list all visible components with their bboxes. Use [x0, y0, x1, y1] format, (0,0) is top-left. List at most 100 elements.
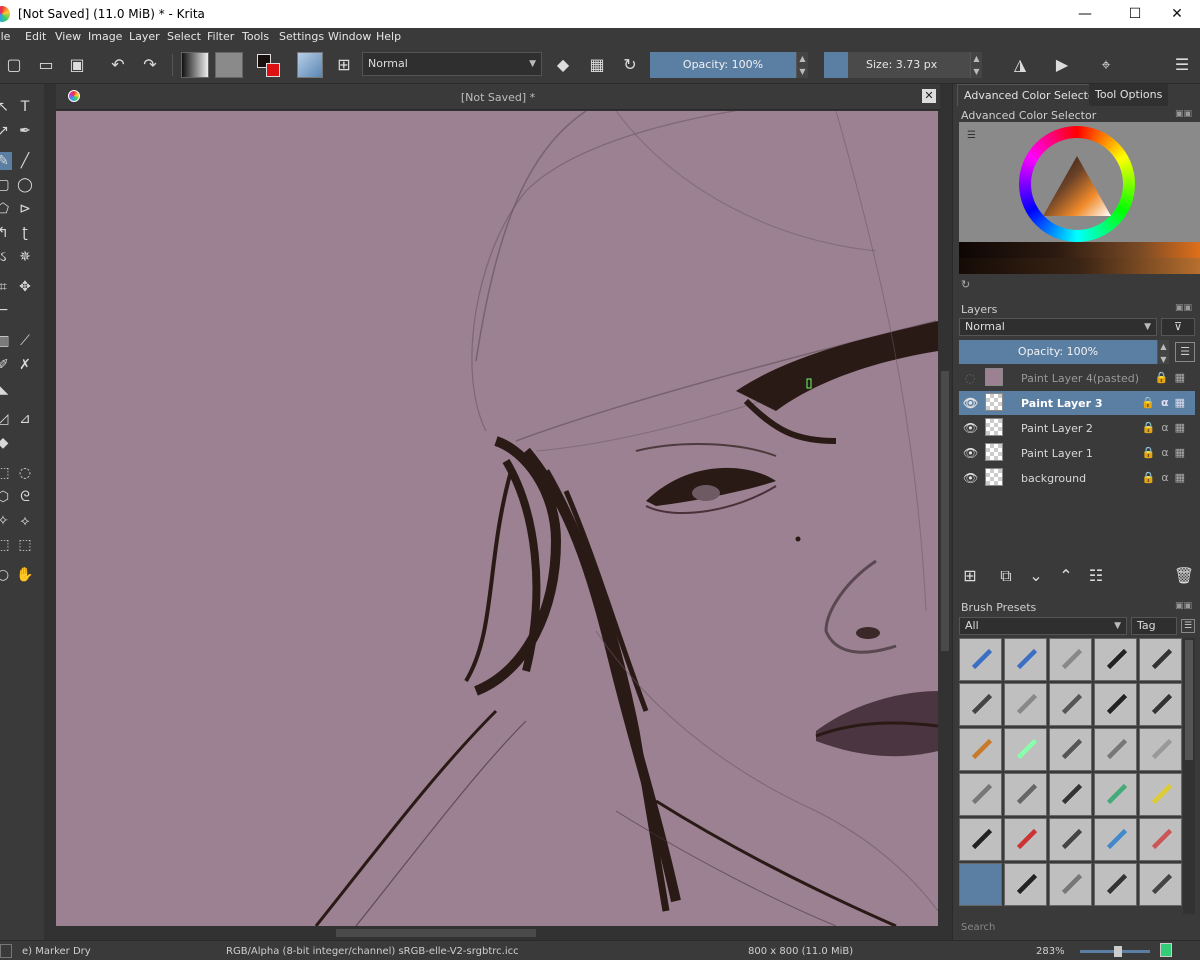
brush-preset-tile[interactable] [1094, 818, 1137, 861]
layer-row[interactable]: ◌ Paint Layer 4(pasted) 🔒▦ [959, 366, 1195, 390]
refresh-colors-icon[interactable]: ↻ [961, 278, 970, 291]
canvas-horizontal-scrollbar[interactable] [56, 926, 938, 940]
rectangular-selection-tool-icon[interactable]: ⬚ [0, 464, 12, 482]
polyline-tool-icon[interactable]: ⊳ [16, 200, 34, 218]
close-button[interactable]: ✕ [1154, 0, 1200, 28]
zoom-tool-icon[interactable]: ○ [0, 566, 12, 584]
similar-selection-tool-icon[interactable]: ⟡ [16, 512, 34, 530]
open-document-icon[interactable]: ▭ [34, 53, 58, 77]
polygon-tool-icon[interactable]: ⬠ [0, 200, 12, 218]
polygonal-selection-tool-icon[interactable]: ⬡ [0, 488, 12, 506]
brush-preset-tile[interactable] [959, 728, 1002, 771]
brush-preset-tile[interactable] [1049, 818, 1092, 861]
layer-properties-icon[interactable]: ☰ [1175, 342, 1195, 362]
zoom-slider[interactable] [1080, 946, 1150, 957]
magnetic-selection-tool-icon[interactable]: ⬚ [16, 536, 34, 554]
bezier-selection-tool-icon[interactable]: ⬚ [0, 536, 12, 554]
brush-preset-tile[interactable] [1004, 683, 1047, 726]
menu-select[interactable]: Select [167, 30, 201, 43]
pan-tool-icon[interactable]: ✋ [16, 566, 34, 584]
move-tool-icon[interactable]: ✥ [16, 278, 34, 296]
colorize-mask-tool-icon[interactable]: ✐ [0, 356, 12, 374]
layer-opacity-spin[interactable]: ▲ ▼ [1157, 340, 1169, 364]
brush-search-field[interactable]: Search [961, 922, 995, 933]
canvas-vertical-scrollbar[interactable] [938, 111, 952, 926]
dynamic-brush-tool-icon[interactable]: ઽ [0, 248, 12, 266]
contiguous-selection-tool-icon[interactable]: ✧ [0, 512, 12, 530]
layer-lock-alpha-icons[interactable]: 🔒α▦ [1142, 471, 1191, 484]
color-settings-icon[interactable]: ☰ [967, 130, 979, 141]
brush-preset-selector[interactable] [297, 52, 323, 78]
color-history-bar-lower[interactable] [959, 258, 1200, 274]
brush-preset-tile[interactable] [1139, 818, 1182, 861]
visibility-on-icon[interactable]: 👁 [963, 446, 978, 460]
menu-filter[interactable]: Filter [207, 30, 234, 43]
brush-presets-float-close-icon[interactable]: ▣▣ [1175, 601, 1192, 611]
new-document-icon[interactable]: ▢ [2, 53, 26, 77]
brush-filter-dropdown[interactable]: All ▼ [959, 617, 1127, 635]
gradient-tool-icon[interactable]: ▥ [0, 332, 12, 350]
crop-tool-icon[interactable]: ⌗ [0, 278, 12, 296]
tab-advanced-color-selector[interactable]: Advanced Color Selector [957, 84, 1107, 106]
brush-preset-tile[interactable] [959, 863, 1002, 906]
menu-view[interactable]: View [55, 30, 81, 43]
edit-shapes-tool-icon[interactable]: ↗ [0, 122, 12, 140]
color-picker-tool-icon[interactable]: ⟋ [16, 332, 34, 350]
visibility-off-icon[interactable]: ◌ [963, 371, 977, 385]
menu-window[interactable]: Window [328, 30, 371, 43]
add-layer-icon[interactable]: ⊞ [959, 564, 981, 588]
brush-preset-tile[interactable] [1139, 863, 1182, 906]
brush-preset-tile[interactable] [1139, 773, 1182, 816]
brush-preset-tile[interactable] [959, 818, 1002, 861]
brush-view-icon[interactable]: ☰ [1181, 619, 1195, 633]
menu-file[interactable]: File [0, 30, 10, 43]
multibrush-tool-icon[interactable]: ✵ [16, 248, 34, 266]
brush-preset-tile[interactable] [959, 638, 1002, 681]
brush-preset-tile[interactable] [959, 773, 1002, 816]
brush-preset-tile[interactable] [1049, 728, 1092, 771]
workspace-grid-icon[interactable]: ⊞ [332, 53, 356, 77]
menu-edit[interactable]: Edit [25, 30, 46, 43]
zoom-slider-knob[interactable] [1114, 946, 1122, 957]
opacity-spin-buttons[interactable]: ▲ ▼ [796, 52, 808, 78]
brush-preset-tile[interactable] [1139, 683, 1182, 726]
layer-row[interactable]: 👁 Paint Layer 2 🔒α▦ [959, 416, 1195, 440]
visibility-on-icon[interactable]: 👁 [963, 421, 978, 435]
brush-preset-tile[interactable] [1049, 638, 1092, 681]
fill-tool-icon[interactable]: ◣ [0, 380, 12, 398]
layer-lock-alpha-icons[interactable]: 🔒α▦ [1142, 421, 1191, 434]
brush-preset-tile[interactable] [1094, 683, 1137, 726]
freehand-selection-tool-icon[interactable]: ᘓ [16, 488, 34, 506]
layer-properties-sliders-icon[interactable]: ☷ [1085, 564, 1107, 588]
drawing-canvas[interactable] [56, 111, 938, 926]
brush-preset-tile[interactable] [1049, 773, 1092, 816]
gradient-selector[interactable] [181, 52, 209, 78]
move-layer-down-icon[interactable]: ⌄ [1025, 564, 1047, 588]
menu-help[interactable]: Help [376, 30, 401, 43]
preserve-alpha-icon[interactable]: ▦ [585, 53, 609, 77]
brush-preset-tile[interactable] [1049, 683, 1092, 726]
minimize-button[interactable]: — [1062, 0, 1108, 28]
select-shapes-tool-icon[interactable]: ↖ [0, 98, 12, 116]
elliptical-selection-tool-icon[interactable]: ◌ [16, 464, 34, 482]
docker-float-close-icon[interactable]: ▣▣ [1175, 109, 1192, 119]
line-tool-icon[interactable]: ╱ [16, 152, 34, 170]
mirror-horizontal-icon[interactable]: ◮ [1008, 53, 1032, 77]
visibility-on-icon[interactable]: 👁 [963, 396, 978, 410]
assistant-tool-icon[interactable]: ◿ [0, 410, 12, 428]
save-document-icon[interactable]: ▣ [65, 53, 89, 77]
color-history-bar[interactable] [959, 242, 1200, 274]
brush-grid-scroll-thumb[interactable] [1185, 640, 1193, 760]
brush-preset-tile[interactable] [1004, 863, 1047, 906]
brush-preset-tile[interactable] [1049, 863, 1092, 906]
duplicate-layer-icon[interactable]: ⧉ [995, 564, 1017, 588]
horizontal-scroll-thumb[interactable] [336, 929, 536, 937]
menu-layer[interactable]: Layer [129, 30, 160, 43]
layer-row-selected[interactable]: 👁 Paint Layer 3 🔒α▦ [959, 391, 1195, 415]
close-document-icon[interactable]: ✕ [922, 89, 936, 103]
brush-preset-tile[interactable] [1004, 773, 1047, 816]
transform-tool-icon[interactable]: ⌐ [0, 302, 12, 320]
fg-bg-color-selector[interactable] [255, 52, 283, 78]
layer-row[interactable]: 👁 Paint Layer 1 🔒α▦ [959, 441, 1195, 465]
reload-preset-icon[interactable]: ↻ [618, 53, 642, 77]
